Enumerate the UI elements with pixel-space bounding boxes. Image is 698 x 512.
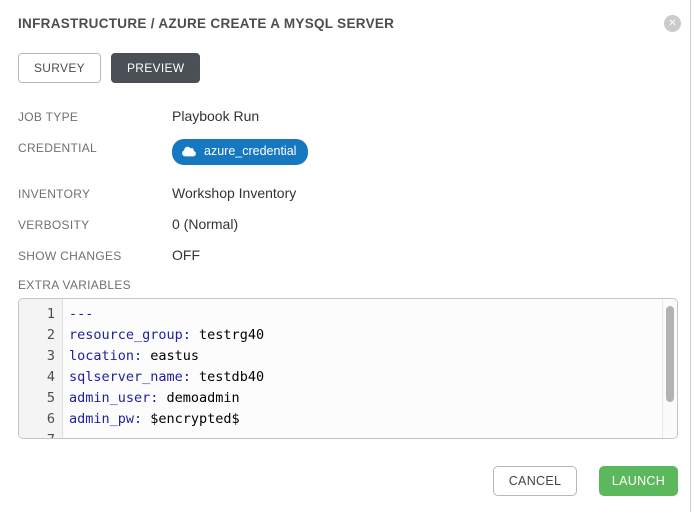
launch-button[interactable]: LAUNCH — [599, 466, 678, 496]
modal-footer: CANCEL LAUNCH — [18, 466, 678, 496]
editor-line-numbers: 1 2 3 4 5 6 7 — [19, 299, 63, 438]
inventory-value: Workshop Inventory — [172, 185, 296, 202]
tab-survey[interactable]: SURVEY — [18, 53, 101, 83]
code-line: resource_group: testrg40 — [69, 325, 677, 346]
line-number: 6 — [19, 409, 55, 430]
job-type-value: Playbook Run — [172, 108, 259, 125]
show-changes-value: OFF — [172, 247, 200, 264]
cancel-button[interactable]: CANCEL — [493, 466, 577, 496]
line-number: 1 — [19, 304, 55, 325]
tab-preview[interactable]: PREVIEW — [111, 53, 200, 83]
credential-label: CREDENTIAL — [18, 139, 172, 155]
detail-row-verbosity: VERBOSITY 0 (Normal) — [18, 216, 678, 233]
detail-row-show-changes: SHOW CHANGES OFF — [18, 247, 678, 264]
line-number: 4 — [19, 367, 55, 388]
detail-row-credential: CREDENTIAL azure_credential — [18, 139, 678, 165]
extra-variables-section: EXTRA VARIABLES 1 2 3 4 5 6 7 --- resour… — [18, 278, 678, 439]
editor-scrollbar-track[interactable] — [662, 300, 677, 439]
detail-row-inventory: INVENTORY Workshop Inventory — [18, 185, 678, 202]
modal-header: INFRASTRUCTURE / AZURE CREATE A MYSQL SE… — [18, 14, 678, 34]
editor-scrollbar-thumb[interactable] — [666, 306, 674, 402]
window-edge-divider — [690, 0, 691, 512]
modal-title: INFRASTRUCTURE / AZURE CREATE A MYSQL SE… — [18, 14, 678, 34]
show-changes-label: SHOW CHANGES — [18, 247, 172, 263]
code-line: sqlserver_name: testdb40 — [69, 367, 677, 388]
code-line: location: eastus — [69, 346, 677, 367]
detail-row-job-type: JOB TYPE Playbook Run — [18, 108, 678, 125]
extra-variables-label: EXTRA VARIABLES — [18, 278, 678, 292]
credential-badge[interactable]: azure_credential — [172, 139, 308, 165]
verbosity-label: VERBOSITY — [18, 216, 172, 232]
code-line: admin_user: demoadmin — [69, 388, 677, 409]
credential-badge-label: azure_credential — [204, 143, 296, 160]
extra-variables-editor[interactable]: 1 2 3 4 5 6 7 --- resource_group: testrg… — [18, 298, 678, 439]
job-template-preview-modal: INFRASTRUCTURE / AZURE CREATE A MYSQL SE… — [0, 0, 698, 512]
editor-code-area[interactable]: --- resource_group: testrg40 location: e… — [63, 299, 677, 438]
inventory-label: INVENTORY — [18, 185, 172, 201]
code-line: --- — [69, 304, 677, 325]
close-icon[interactable]: ✕ — [664, 15, 681, 32]
modal-tabs: SURVEY PREVIEW — [18, 53, 678, 83]
line-number: 7 — [19, 430, 55, 439]
line-number: 5 — [19, 388, 55, 409]
code-line — [69, 430, 677, 439]
job-details: JOB TYPE Playbook Run CREDENTIAL azure_c… — [18, 108, 678, 264]
code-line: admin_pw: $encrypted$ — [69, 409, 677, 430]
line-number: 3 — [19, 346, 55, 367]
cloud-icon — [182, 146, 196, 157]
job-type-label: JOB TYPE — [18, 108, 172, 124]
line-number: 2 — [19, 325, 55, 346]
verbosity-value: 0 (Normal) — [172, 216, 238, 233]
